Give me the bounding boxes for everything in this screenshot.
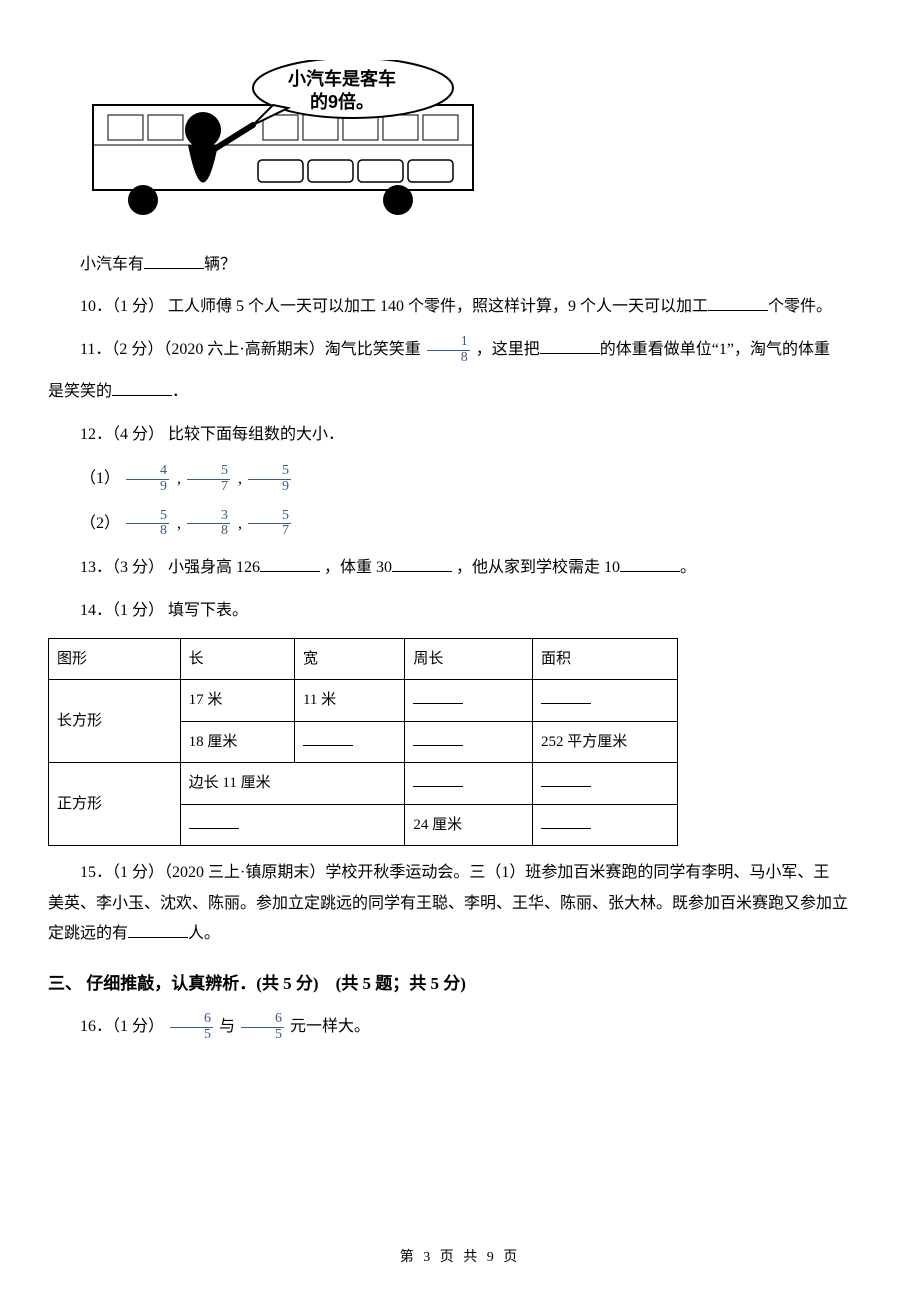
q15-blank[interactable]	[128, 921, 188, 938]
table-row: 长方形 17 米 11 米	[49, 680, 678, 722]
q11-a: 11．（2 分）（2020 六上·高新期末）淘气比笑笑重	[80, 341, 425, 358]
q13-a: 13．（3 分） 小强身高 126	[80, 559, 260, 576]
cell-blank[interactable]	[405, 721, 533, 763]
question-9-illustration: 小汽车是客车 的9倍。	[88, 60, 478, 230]
page: 小汽车是客车 的9倍。 小汽车有 辆？ 10．（1 分） 工人师傅 5 个人一天可…	[0, 0, 920, 1302]
bubble-line1: 小汽车是客车	[288, 69, 396, 89]
cell-blank[interactable]	[405, 763, 533, 805]
question-10: 10．（1 分） 工人师傅 5 个人一天可以加工 140 个零件，照这样计算，9…	[48, 292, 872, 322]
cell-square: 正方形	[49, 763, 181, 846]
q9-prefix: 小汽车有	[80, 256, 144, 273]
question-9-tail: 小汽车有 辆？	[48, 250, 872, 280]
shape-table: 图形 长 宽 周长 面积 长方形 17 米 11 米 18 厘米 252 平方厘…	[48, 638, 678, 847]
question-15-line1: 15．（1 分）（2020 三上·镇原期末）学校开秋季运动会。三（1）班参加百米…	[48, 858, 872, 888]
bus-scene-svg	[88, 60, 478, 230]
cell-blank[interactable]	[405, 680, 533, 722]
q13-blank3[interactable]	[620, 555, 680, 572]
frac-num: 1	[427, 335, 470, 351]
th-perimeter: 周长	[405, 638, 533, 680]
speech-bubble-text: 小汽车是客车 的9倍。	[288, 68, 396, 115]
q12-r2-f1: 58	[126, 509, 169, 539]
cell-blank[interactable]	[532, 763, 677, 805]
question-15-line2: 美英、李小玉、沈欢、陈丽。参加立定跳远的同学有王聪、李明、王华、陈丽、张大林。既…	[48, 889, 872, 919]
q12-r1-label: （1）	[80, 470, 120, 487]
q16-frac1: 65	[170, 1012, 213, 1042]
q13-d: 。	[680, 559, 696, 576]
q13-blank1[interactable]	[260, 555, 320, 572]
q12-r1-f2: 57	[187, 464, 230, 494]
question-13: 13．（3 分） 小强身高 126 ，体重 30 ，他从家到学校需走 10 。	[48, 553, 872, 583]
frac-den: 8	[427, 351, 470, 366]
cell-blank[interactable]	[532, 680, 677, 722]
q16-frac2: 65	[241, 1012, 284, 1042]
question-15-line3: 定跳远的有 人。	[48, 919, 872, 949]
cell: 11 米	[294, 680, 404, 722]
q15-c-a: 定跳远的有	[48, 925, 128, 942]
q15-c-b: 人。	[188, 925, 220, 942]
question-11-line2: 是笑笑的 ．	[48, 377, 872, 407]
cell: 18 厘米	[180, 721, 294, 763]
q10-suffix: 个零件。	[768, 298, 832, 315]
th-length: 长	[180, 638, 294, 680]
q12-r2-f3: 57	[248, 509, 291, 539]
q11-b: ，这里把	[476, 341, 540, 358]
table-row: 正方形 边长 11 厘米	[49, 763, 678, 805]
question-12-row2: （2） 58, 38, 57	[48, 509, 872, 540]
q10-blank[interactable]	[708, 294, 768, 311]
q9-suffix: 辆？	[204, 256, 236, 273]
q16-a: 16．（1 分）	[80, 1018, 168, 1035]
q12-r2-label: （2）	[80, 515, 120, 532]
cell: 17 米	[180, 680, 294, 722]
q13-b: ，体重 30	[324, 559, 392, 576]
bubble-line2: 的9倍。	[310, 92, 374, 112]
page-footer: 第 3 页 共 9 页	[0, 1245, 920, 1272]
q12-r1-f3: 59	[248, 464, 291, 494]
q16-b: 元一样大。	[290, 1018, 370, 1035]
question-12-label: 12．（4 分） 比较下面每组数的大小．	[48, 420, 872, 450]
q12-r1-f1: 49	[126, 464, 169, 494]
q13-c: ，他从家到学校需走 10	[456, 559, 620, 576]
question-14-label: 14．（1 分） 填写下表。	[48, 596, 872, 626]
cell-blank[interactable]	[532, 804, 677, 846]
th-area: 面积	[532, 638, 677, 680]
cell-blank[interactable]	[180, 804, 405, 846]
question-12-row1: （1） 49, 57, 59	[48, 464, 872, 495]
cell: 252 平方厘米	[532, 721, 677, 763]
q11-fraction: 1 8	[427, 335, 470, 365]
q10-text: 10．（1 分） 工人师傅 5 个人一天可以加工 140 个零件，照这样计算，9…	[80, 298, 708, 315]
q16-mid: 与	[219, 1018, 239, 1035]
q11-c: 的体重看做单位“1”，淘气的体重	[600, 341, 830, 358]
q11-blank2[interactable]	[112, 379, 172, 396]
table-header-row: 图形 长 宽 周长 面积	[49, 638, 678, 680]
cell-blank[interactable]	[294, 721, 404, 763]
th-width: 宽	[294, 638, 404, 680]
section-3-heading: 三、 仔细推敲，认真辨析．(共 5 分) (共 5 题；共 5 分)	[48, 968, 872, 1000]
q11-line2-b: ．	[172, 383, 188, 400]
question-16: 16．（1 分） 65 与 65 元一样大。	[48, 1012, 872, 1043]
question-11-line1: 11．（2 分）（2020 六上·高新期末）淘气比笑笑重 1 8 ，这里把 的体重…	[48, 335, 872, 366]
q12-r2-f2: 38	[187, 509, 230, 539]
q11-line2-a: 是笑笑的	[48, 383, 112, 400]
th-shape: 图形	[49, 638, 181, 680]
q9-blank[interactable]	[144, 252, 204, 269]
q11-blank1[interactable]	[540, 337, 600, 354]
cell-rect: 长方形	[49, 680, 181, 763]
q13-blank2[interactable]	[392, 555, 452, 572]
cell: 边长 11 厘米	[180, 763, 405, 805]
cell: 24 厘米	[405, 804, 533, 846]
